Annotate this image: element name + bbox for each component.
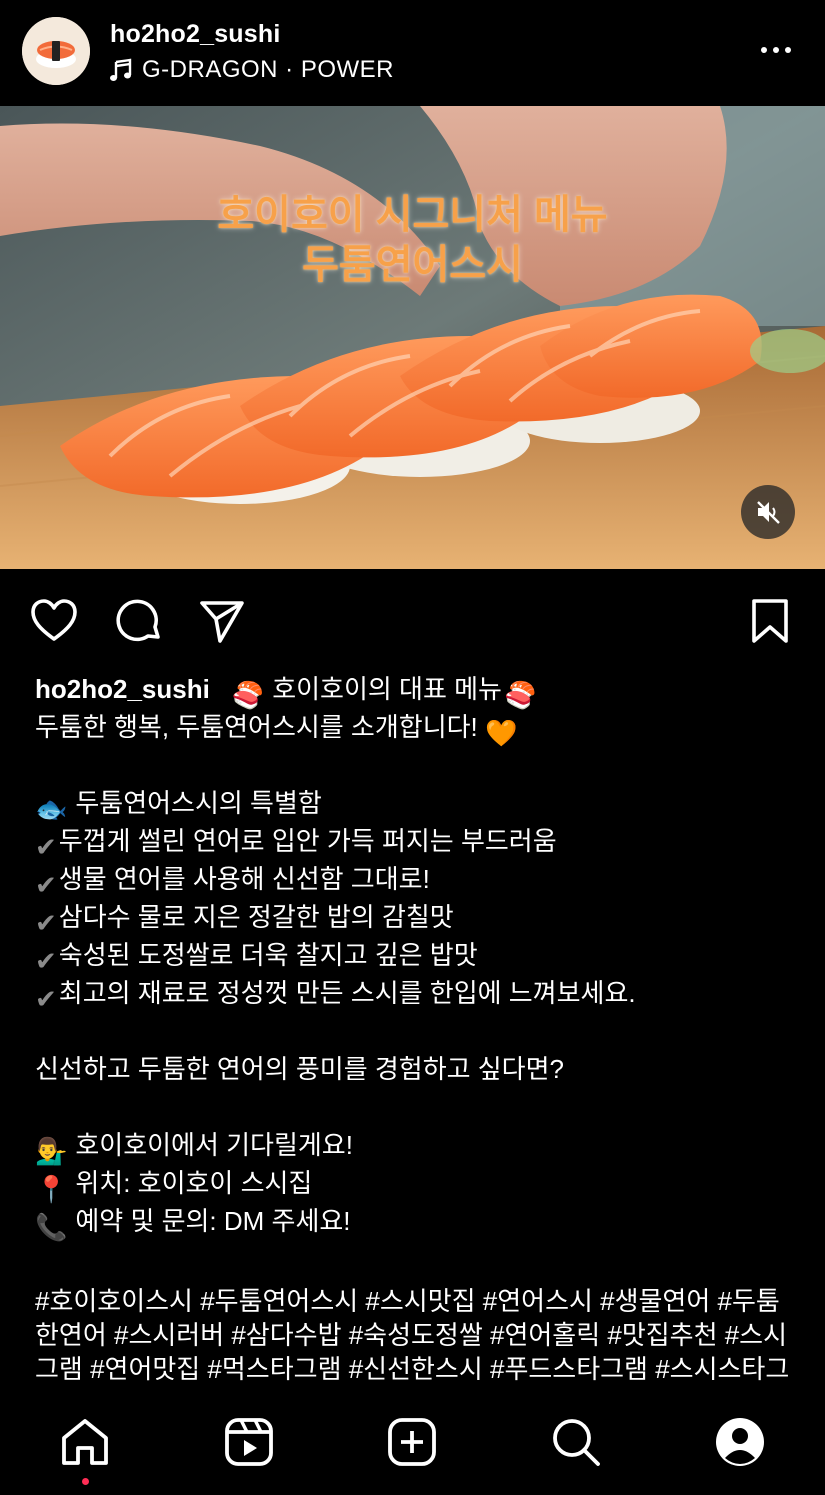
profile-icon[interactable] bbox=[714, 1416, 766, 1468]
caption-question: 신선하고 두툼한 연어의 풍미를 경험하고 싶다면? bbox=[35, 1054, 564, 1084]
caption-wait: 호이호이에서 기다릴게요! bbox=[75, 1130, 353, 1160]
caption-line-1: 호이호이의 대표 메뉴 bbox=[272, 674, 502, 704]
overlay-title: 호이호이 시그니처 메뉴 두툼연어스시 bbox=[0, 190, 825, 290]
avatar[interactable] bbox=[22, 17, 90, 85]
share-icon[interactable] bbox=[198, 597, 246, 645]
caption-check-5: 최고의 재료로 정성껏 만든 스시를 한입에 느껴보세요. bbox=[58, 978, 636, 1008]
caption-check-4: 숙성된 도정쌀로 더욱 찰지고 깊은 밥맛 bbox=[58, 940, 478, 970]
check-icon: ✔ bbox=[35, 984, 57, 1014]
caption-check-2: 생물 연어를 사용해 신선함 그대로! bbox=[58, 864, 430, 894]
heart-icon[interactable] bbox=[30, 597, 78, 645]
bookmark-icon[interactable] bbox=[746, 597, 794, 645]
bottom-nav bbox=[0, 1390, 825, 1495]
caption-hashtags[interactable]: #호이호이스시 #두툼연어스시 #스시맛집 #연어스시 #생물연어 #두툼한연어… bbox=[35, 1284, 795, 1390]
post-actions bbox=[0, 569, 825, 673]
orange-heart-icon: 🧡 bbox=[485, 718, 518, 748]
post-media[interactable]: 호이호이 시그니처 메뉴 두툼연어스시 bbox=[0, 106, 825, 569]
reels-icon[interactable] bbox=[223, 1416, 275, 1468]
caption-line-3: 두툼연어스시의 특별함 bbox=[75, 788, 322, 818]
caption-check-1: 두껍게 썰린 연어로 입안 가득 퍼지는 부드러움 bbox=[58, 826, 557, 856]
create-icon[interactable] bbox=[386, 1416, 438, 1468]
comment-icon[interactable] bbox=[115, 597, 163, 645]
music-label: G-DRAGON · POWER bbox=[142, 56, 394, 83]
phone-icon: 📞 bbox=[35, 1212, 68, 1242]
mute-icon bbox=[757, 501, 780, 524]
mute-button[interactable] bbox=[741, 485, 795, 539]
username[interactable]: ho2ho2_sushi bbox=[110, 20, 281, 49]
caption-check-3: 삼다수 물로 지은 정갈한 밥의 감칠맛 bbox=[58, 902, 454, 932]
overlay-line-2: 두툼연어스시 bbox=[302, 243, 523, 287]
post-header: ho2ho2_sushi G-DRAGON · POWER bbox=[0, 0, 825, 106]
home-icon[interactable] bbox=[59, 1416, 111, 1468]
search-icon[interactable] bbox=[550, 1416, 602, 1468]
overlay-line-1: 호이호이 시그니처 메뉴 bbox=[217, 193, 608, 237]
notification-dot bbox=[82, 1478, 89, 1485]
post-screen: ho2ho2_sushi G-DRAGON · POWER 호이호이 시그니처 … bbox=[0, 0, 825, 1495]
sushi-photo bbox=[0, 106, 825, 569]
post-caption: ho2ho2_sushi 🍣 호이호이의 대표 메뉴🍣 두툼한 행복, 두툼연어스시… bbox=[35, 670, 795, 1390]
music-note-icon bbox=[110, 58, 132, 81]
more-icon[interactable] bbox=[761, 40, 797, 60]
caption-line-2: 두툼한 행복, 두툼연어스시를 소개합니다! bbox=[35, 712, 478, 742]
caption-contact: 예약 및 문의: DM 주세요! bbox=[75, 1206, 351, 1236]
caption-location: 위치: 호이호이 스시집 bbox=[75, 1168, 313, 1198]
music-info[interactable]: G-DRAGON · POWER bbox=[110, 55, 394, 85]
caption-username[interactable]: ho2ho2_sushi bbox=[35, 674, 210, 704]
